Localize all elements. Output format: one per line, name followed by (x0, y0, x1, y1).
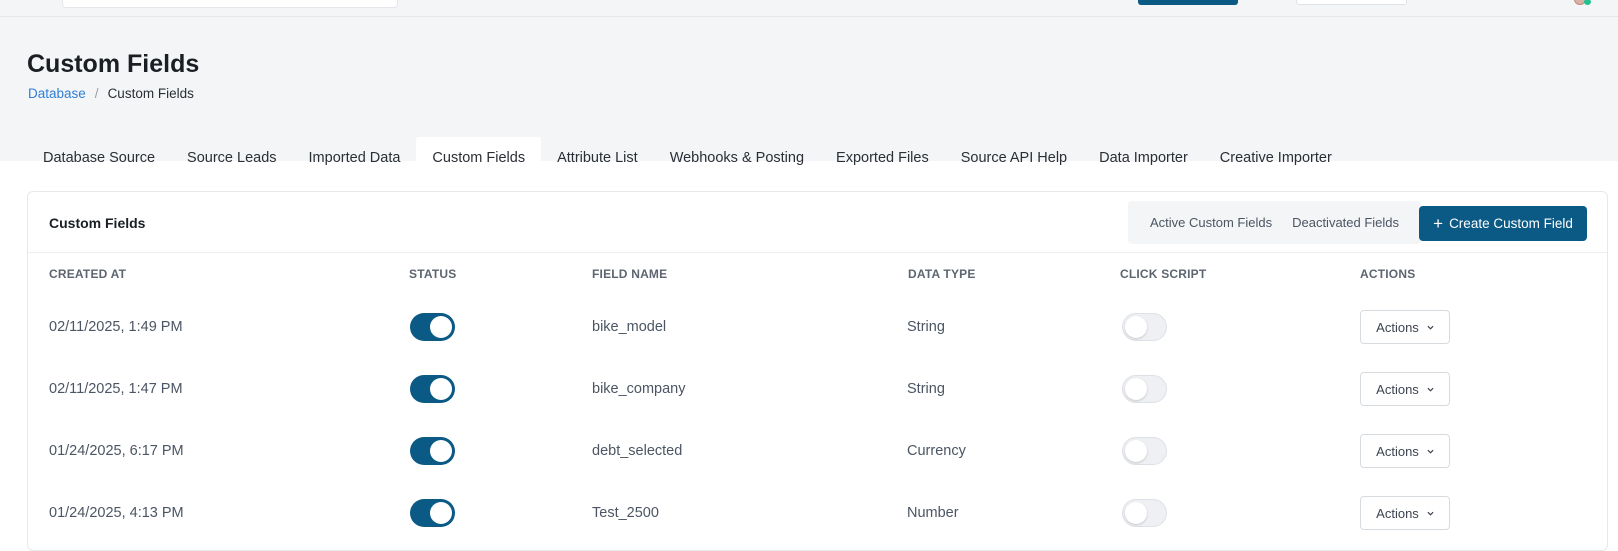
create-custom-field-label: Create Custom Field (1449, 216, 1573, 231)
column-header-actions: ACTIONS (1360, 267, 1416, 281)
status-toggle[interactable] (410, 313, 455, 341)
data-type-cell: String (907, 381, 945, 397)
created-at-cell: 02/11/2025, 1:47 PM (49, 381, 183, 397)
chevron-down-icon (1427, 449, 1434, 454)
topbar-select[interactable] (1296, 0, 1407, 5)
status-toggle[interactable] (410, 375, 455, 403)
column-header-data-type: DATA TYPE (908, 267, 976, 281)
created-at-cell: 01/24/2025, 4:13 PM (49, 505, 184, 521)
actions-dropdown-button[interactable]: Actions (1360, 372, 1450, 406)
tab-imported-data[interactable]: Imported Data (293, 137, 417, 178)
filter-active-custom-fields[interactable]: Active Custom Fields (1140, 201, 1282, 244)
breadcrumb-separator: / (94, 86, 99, 101)
status-toggle[interactable] (410, 437, 455, 465)
table-row: 02/11/2025, 1:47 PM bike_company String … (28, 358, 1607, 420)
filter-deactivated-fields[interactable]: Deactivated Fields (1282, 201, 1409, 244)
click-script-toggle[interactable] (1122, 437, 1167, 465)
data-type-cell: Number (907, 505, 959, 521)
column-header-field-name: FIELD NAME (592, 267, 668, 281)
field-name-cell: Test_2500 (592, 505, 659, 521)
field-status-filter: Active Custom Fields Deactivated Fields (1128, 201, 1422, 244)
data-type-cell: Currency (907, 443, 966, 459)
card-title: Custom Fields (49, 215, 146, 231)
tab-exported-files[interactable]: Exported Files (820, 137, 945, 178)
online-status-dot (1584, 0, 1591, 5)
actions-dropdown-button[interactable]: Actions (1360, 310, 1450, 344)
chevron-down-icon (1427, 387, 1434, 392)
tab-data-importer[interactable]: Data Importer (1083, 137, 1204, 178)
tab-webhooks-posting[interactable]: Webhooks & Posting (654, 137, 820, 178)
card-header-divider (28, 252, 1607, 253)
column-header-status: STATUS (409, 267, 457, 281)
page-header: Custom Fields Database / Custom Fields D… (0, 17, 1618, 178)
field-name-cell: debt_selected (592, 443, 683, 459)
actions-dropdown-button[interactable]: Actions (1360, 496, 1450, 530)
tab-custom-fields[interactable]: Custom Fields (416, 137, 542, 178)
page-title: Custom Fields (27, 50, 200, 78)
top-navbar (0, 0, 1618, 17)
actions-dropdown-button[interactable]: Actions (1360, 434, 1450, 468)
create-custom-field-button[interactable]: + Create Custom Field (1419, 206, 1587, 241)
actions-label: Actions (1376, 381, 1419, 397)
topbar-primary-button[interactable] (1138, 0, 1238, 5)
created-at-cell: 01/24/2025, 6:17 PM (49, 443, 184, 459)
global-search-input[interactable] (62, 0, 398, 8)
custom-fields-card: Custom Fields Active Custom Fields Deact… (27, 191, 1608, 551)
breadcrumb-current: Custom Fields (107, 86, 194, 101)
click-script-toggle[interactable] (1122, 313, 1167, 341)
tab-database-source[interactable]: Database Source (27, 137, 171, 178)
tab-creative-importer[interactable]: Creative Importer (1204, 137, 1348, 178)
breadcrumb: Database / Custom Fields (28, 86, 194, 101)
tab-source-leads[interactable]: Source Leads (171, 137, 292, 178)
tab-attribute-list[interactable]: Attribute List (541, 137, 654, 178)
column-header-created-at: CREATED AT (49, 267, 127, 281)
data-type-cell: String (907, 319, 945, 335)
table-row: 01/24/2025, 6:17 PM debt_selected Curren… (28, 420, 1607, 482)
click-script-toggle[interactable] (1122, 375, 1167, 403)
status-toggle[interactable] (410, 499, 455, 527)
chevron-down-icon (1427, 511, 1434, 516)
table-row: 01/24/2025, 4:13 PM Test_2500 Number Act… (28, 482, 1607, 544)
field-name-cell: bike_model (592, 319, 667, 335)
actions-label: Actions (1376, 505, 1419, 521)
actions-label: Actions (1376, 319, 1419, 335)
click-script-toggle[interactable] (1122, 499, 1167, 527)
plus-icon: + (1433, 214, 1444, 233)
breadcrumb-link-database[interactable]: Database (28, 86, 86, 101)
table-row: 02/11/2025, 1:49 PM bike_model String Ac… (28, 296, 1607, 358)
chevron-down-icon (1427, 325, 1434, 330)
field-name-cell: bike_company (592, 381, 686, 397)
column-header-click-script: CLICK SCRIPT (1120, 267, 1207, 281)
tab-source-api-help[interactable]: Source API Help (945, 137, 1083, 178)
section-tabs: Database Source Source Leads Imported Da… (27, 137, 1348, 178)
actions-label: Actions (1376, 443, 1419, 459)
created-at-cell: 02/11/2025, 1:49 PM (49, 319, 183, 335)
